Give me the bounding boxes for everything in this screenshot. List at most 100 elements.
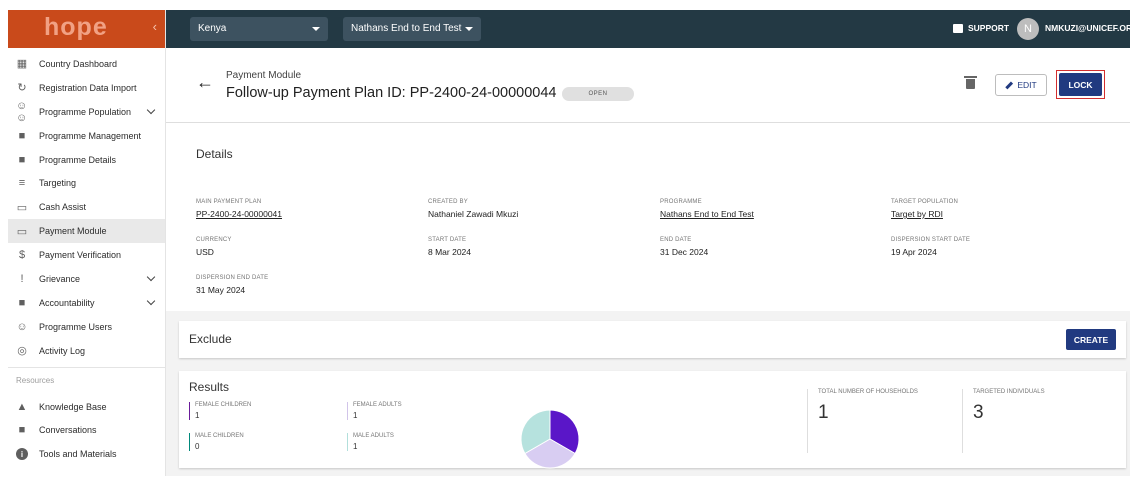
programme-select[interactable]: Nathans End to End Test	[343, 17, 481, 41]
detail-main-payment-plan: MAIN PAYMENT PLAN PP-2400-24-00000041	[196, 199, 282, 219]
support-link[interactable]: SUPPORT	[953, 23, 1009, 33]
sidebar-item-cash-assist[interactable]: ▭ Cash Assist	[8, 195, 165, 219]
radar-icon: ◎	[17, 345, 27, 358]
stat-female-children: FEMALE CHILDREN 1	[189, 402, 251, 420]
detail-label: START DATE	[428, 237, 467, 243]
app-logo[interactable]: hope	[44, 13, 108, 42]
create-button[interactable]: CREATE	[1066, 329, 1116, 350]
sidebar-item-payment-verification[interactable]: $ Payment Verification	[8, 243, 165, 267]
pencil-icon	[1005, 81, 1014, 89]
users-icon: ☺	[16, 320, 28, 333]
sidebar-item-label: Programme Population	[39, 106, 132, 117]
sidebar-nav: ▦ Country Dashboard ↻ Registration Data Imp…	[8, 48, 165, 363]
book-icon: ▲	[16, 400, 28, 413]
stat-value: 1	[353, 442, 358, 451]
sidebar-item-conversations[interactable]: ■ Conversations	[8, 418, 165, 442]
sidebar-item-activity-log[interactable]: ◎ Activity Log	[8, 339, 165, 363]
status-badge: OPEN	[562, 87, 634, 101]
page-title: Follow-up Payment Plan ID: PP-2400-24-00…	[226, 85, 557, 101]
logo-bar: hope ‹	[8, 10, 165, 48]
sidebar-item-label: Payment Module	[39, 226, 107, 237]
sidebar-item-registration-data-import[interactable]: ↻ Registration Data Import	[8, 76, 165, 100]
sidebar-item-knowledge-base[interactable]: ▲ Knowledge Base	[8, 395, 165, 419]
sidebar-item-country-dashboard[interactable]: ▦ Country Dashboard	[8, 52, 165, 76]
detail-link[interactable]: PP-2400-24-00000041	[196, 209, 282, 219]
chevron-down-icon[interactable]	[146, 105, 156, 115]
total-households-stat: TOTAL NUMBER OF HOUSEHOLDS 1	[807, 389, 918, 453]
country-select-value: Kenya	[198, 23, 227, 34]
refresh-icon: ↻	[17, 82, 27, 95]
avatar[interactable]: N	[1017, 18, 1039, 40]
results-pie-chart	[520, 409, 580, 469]
dashboard-icon: ▦	[16, 58, 28, 71]
sidebar-item-label: Conversations	[39, 425, 97, 436]
delete-icon[interactable]	[964, 76, 977, 89]
sidebar: hope ‹ ▦ Country Dashboard ↻ Registration D…	[8, 10, 166, 476]
sidebar-item-programme-population[interactable]: ☺☺ Programme Population	[8, 100, 165, 124]
caret-down-icon	[465, 27, 473, 31]
people-icon: ☺☺	[16, 99, 28, 124]
detail-label: CREATED BY	[428, 199, 468, 205]
detail-label: DISPERSION END DATE	[196, 275, 269, 281]
detail-value: 8 Mar 2024	[428, 247, 471, 257]
sidebar-item-label: Programme Management	[39, 130, 142, 141]
sidebar-item-programme-details[interactable]: ■ Programme Details	[8, 148, 165, 172]
stat-value: 1	[353, 411, 358, 420]
detail-end-date: END DATE 31 Dec 2024	[660, 237, 708, 257]
stat-female-adults: FEMALE ADULTS 1	[347, 402, 402, 420]
dollar-icon: $	[18, 249, 26, 262]
detail-link[interactable]: Target by RDI	[891, 209, 958, 219]
sidebar-item-label: Payment Verification	[39, 250, 122, 261]
lock-button[interactable]: LOCK	[1059, 73, 1102, 96]
stat-value: 0	[195, 442, 200, 451]
chevron-left-icon[interactable]: ‹	[153, 19, 157, 34]
sidebar-item-targeting[interactable]: ≡ Targeting	[8, 171, 165, 195]
sidebar-item-tools-and-materials[interactable]: i Tools and Materials	[8, 442, 165, 466]
stat-value: 1	[195, 411, 200, 420]
sidebar-item-programme-management[interactable]: ■ Programme Management	[8, 124, 165, 148]
details-section: Details MAIN PAYMENT PLAN PP-2400-24-0000…	[166, 123, 1130, 311]
breadcrumb[interactable]: Payment Module	[226, 70, 301, 81]
stat-label: MALE ADULTS	[353, 433, 394, 439]
user-email[interactable]: NMKUZI@UNICEF.OR	[1045, 23, 1130, 33]
sidebar-item-payment-module[interactable]: ▭ Payment Module	[8, 219, 165, 244]
country-select[interactable]: Kenya	[190, 17, 328, 41]
detail-link[interactable]: Nathans End to End Test	[660, 209, 754, 219]
sidebar-item-programme-users[interactable]: ☺ Programme Users	[8, 315, 165, 339]
sidebar-item-label: Accountability	[39, 297, 95, 308]
detail-dispersion-end-date: DISPERSION END DATE 31 May 2024	[196, 275, 268, 295]
chevron-down-icon[interactable]	[146, 296, 156, 306]
sidebar-item-label: Tools and Materials	[39, 449, 117, 460]
sidebar-item-label: Country Dashboard	[39, 58, 118, 69]
back-arrow-icon[interactable]: ←	[196, 72, 214, 93]
stat-label: FEMALE CHILDREN	[195, 402, 252, 408]
detail-created-by: CREATED BY Nathaniel Zawadi Mkuzi	[428, 199, 518, 219]
caret-down-icon	[312, 27, 320, 31]
detail-label: MAIN PAYMENT PLAN	[196, 199, 262, 205]
stat-label: TARGETED INDIVIDUALS	[973, 389, 1045, 395]
forum-icon: ■	[18, 296, 26, 309]
support-label: SUPPORT	[968, 23, 1010, 33]
forum-icon: ■	[18, 424, 26, 437]
detail-target-population: TARGET POPULATION Target by RDI	[891, 199, 958, 219]
sidebar-item-label: Targeting	[39, 178, 77, 189]
detail-label: PROGRAMME	[660, 199, 702, 205]
detail-value: 31 Dec 2024	[660, 247, 709, 257]
app-frame: hope ‹ ▦ Country Dashboard ↻ Registration D…	[8, 10, 1130, 476]
detail-start-date: START DATE 8 Mar 2024	[428, 237, 471, 257]
sidebar-item-grievance[interactable]: ! Grievance	[8, 267, 165, 291]
edit-button[interactable]: EDIT	[995, 74, 1047, 96]
results-title: Results	[189, 380, 230, 394]
sidebar-item-accountability[interactable]: ■ Accountability	[8, 291, 165, 315]
detail-label: DISPERSION START DATE	[891, 237, 971, 243]
top-bar: Kenya Nathans End to End Test SUPPORT N …	[166, 10, 1130, 48]
sidebar-item-label: Grievance	[39, 273, 81, 284]
chevron-down-icon[interactable]	[146, 272, 156, 282]
stat-label: FEMALE ADULTS	[353, 402, 402, 408]
sidebar-item-label: Cash Assist	[39, 202, 87, 213]
sidebar-item-label: Registration Data Import	[39, 82, 137, 93]
detail-value: 31 May 2024	[196, 285, 246, 295]
stat-value: 3	[973, 402, 984, 423]
feedback-icon: !	[20, 272, 24, 285]
card-icon: ▭	[16, 225, 28, 238]
